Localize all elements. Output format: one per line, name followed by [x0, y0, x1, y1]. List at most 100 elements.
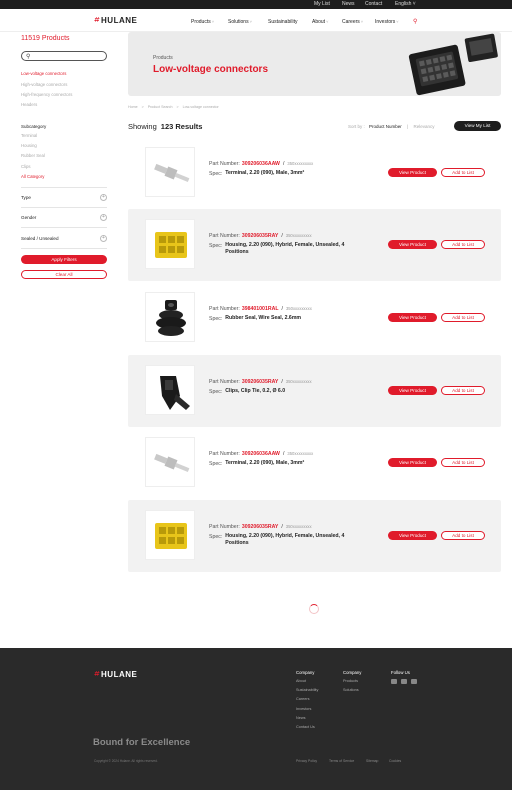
footer-logo[interactable]: ⌗ HULANE: [94, 669, 137, 679]
footer-terms-link[interactable]: Terms of Service: [329, 759, 354, 763]
brand-logo[interactable]: ⌗ HULANE: [94, 15, 137, 25]
spec-label: Spec:: [209, 316, 223, 322]
nav-products[interactable]: Products˅: [191, 19, 214, 25]
clear-all-button[interactable]: Clear All: [21, 270, 107, 279]
footer-link-solutions[interactable]: Solutions: [343, 688, 359, 692]
spec-label: Spec:: [209, 534, 223, 540]
youtube-icon[interactable]: [411, 679, 417, 684]
footer-col1-title: Company: [296, 670, 315, 675]
showing-label: Showing: [128, 122, 157, 131]
utility-bar: My List News Contact English ˅: [0, 0, 512, 9]
footer-sitemap-link[interactable]: Sitemap: [366, 759, 378, 763]
category-low-voltage[interactable]: Low-voltage connectors: [21, 71, 66, 76]
category-high-frequency[interactable]: High-frequency connectors: [21, 92, 72, 97]
product-thumbnail[interactable]: [145, 292, 195, 342]
filter-type-label: Type: [21, 195, 31, 200]
nav-sustainability[interactable]: Sustainability: [268, 19, 297, 25]
footer-link-contact[interactable]: Contact Us: [296, 725, 315, 729]
part-number: 309206036AAW: [241, 451, 280, 457]
slash-separator: /: [281, 306, 283, 312]
chevron-down-icon: ˅: [211, 19, 215, 24]
nav-careers[interactable]: Careers˅: [342, 19, 363, 25]
part-number: 309206036AAW: [241, 161, 280, 167]
sort-product-number[interactable]: Product Number: [369, 124, 402, 129]
nav-solutions-label: Solutions: [228, 19, 249, 25]
product-thumbnail[interactable]: [145, 365, 195, 415]
loading-spinner-icon: [309, 604, 319, 614]
product-thumbnail[interactable]: [145, 147, 195, 197]
linkedin-icon[interactable]: [391, 679, 397, 684]
filter-gender[interactable]: Gender +: [21, 214, 107, 221]
divider: [21, 227, 107, 228]
expand-plus-icon[interactable]: +: [100, 235, 107, 242]
nav-investors[interactable]: Investors˅: [375, 19, 399, 25]
language-label: English: [395, 1, 412, 7]
spec-value: Terminal, 2.20 (090), Male, 3mm²: [225, 170, 305, 176]
view-product-button[interactable]: View Product: [388, 531, 437, 540]
footer-cookies-link[interactable]: Cookies: [389, 759, 401, 763]
footer-link-news[interactable]: News: [296, 716, 306, 720]
view-product-button[interactable]: View Product: [388, 313, 437, 322]
add-to-list-button[interactable]: Add to List: [441, 386, 485, 395]
part-number-line: Part Number: 398401001RAL/350xxxxxxxxx: [209, 306, 312, 312]
footer-link-products[interactable]: Products: [343, 679, 358, 683]
subcategory-all[interactable]: All Category: [21, 174, 44, 179]
spec-value: Rubber Seal, Wire Seal, 2.6mm: [225, 315, 302, 321]
wechat-icon[interactable]: [401, 679, 407, 684]
apply-filters-button[interactable]: Apply Filters: [21, 255, 107, 264]
language-selector[interactable]: English ˅: [395, 1, 416, 7]
nav-about[interactable]: About˅: [312, 19, 328, 25]
slash-separator: /: [282, 451, 285, 457]
footer-privacy-link[interactable]: Privacy Policy: [296, 759, 317, 763]
breadcrumb-home[interactable]: Home: [128, 105, 138, 109]
filter-gender-label: Gender: [21, 215, 37, 220]
site-footer: ⌗ HULANE Company About Sustainability Ca…: [0, 648, 512, 790]
search-icon[interactable]: ⚲: [413, 18, 417, 25]
add-to-list-button[interactable]: Add to List: [441, 240, 485, 249]
product-thumbnail[interactable]: [145, 437, 195, 487]
category-banner: Products Low-voltage connectors: [128, 32, 501, 96]
view-my-list-button[interactable]: View My List: [454, 121, 501, 131]
subcategory-housing[interactable]: Housing: [21, 143, 37, 148]
my-list-link[interactable]: My List: [314, 1, 330, 7]
footer-link-careers[interactable]: Careers: [296, 697, 310, 701]
breadcrumb-product-search[interactable]: Product Search: [148, 105, 173, 109]
nav-solutions[interactable]: Solutions˅: [228, 19, 252, 25]
view-product-button[interactable]: View Product: [388, 386, 437, 395]
footer-copyright: Copyright © 2024 Hulane. All rights rese…: [94, 759, 158, 763]
terminal-icon: [154, 453, 190, 472]
footer-link-about[interactable]: About: [296, 679, 306, 683]
add-to-list-button[interactable]: Add to List: [441, 168, 485, 177]
contact-link[interactable]: Contact: [365, 1, 382, 7]
filter-sealed[interactable]: Sealed / Unsealed +: [21, 235, 107, 242]
subcategory-terminal[interactable]: Terminal: [21, 133, 37, 138]
product-count-title: 11519 Products: [21, 35, 70, 42]
expand-plus-icon[interactable]: +: [100, 194, 107, 201]
category-headers[interactable]: Headers: [21, 102, 37, 107]
expand-plus-icon[interactable]: +: [100, 214, 107, 221]
add-to-list-button[interactable]: Add to List: [441, 458, 485, 467]
subcategory-clips[interactable]: Clips: [21, 164, 31, 169]
sort-relevancy[interactable]: Relevancy: [414, 124, 435, 129]
view-product-button[interactable]: View Product: [388, 240, 437, 249]
product-row: Part Number: 398401001RAL/350xxxxxxxxx Sp…: [128, 282, 501, 354]
product-thumbnail[interactable]: [145, 219, 195, 269]
filter-type[interactable]: Type +: [21, 194, 107, 201]
subcategory-rubber-seal[interactable]: Rubber Seal: [21, 153, 45, 158]
chevron-down-icon: ˅: [360, 19, 364, 24]
sidebar-search-input[interactable]: ⚲: [21, 51, 107, 61]
product-thumbnail[interactable]: [145, 510, 195, 560]
spec-value: Housing, 2.20 (090), Hybrid, Female, Uns…: [225, 533, 345, 546]
results-count: 123 Results: [160, 122, 203, 131]
view-product-button[interactable]: View Product: [388, 458, 437, 467]
view-product-button[interactable]: View Product: [388, 168, 437, 177]
part-number-label: Part Number:: [209, 451, 240, 457]
add-to-list-button[interactable]: Add to List: [441, 531, 485, 540]
category-high-voltage[interactable]: High-voltage connectors: [21, 82, 67, 87]
divider: [21, 248, 107, 249]
footer-link-sustainability[interactable]: Sustainability: [296, 688, 318, 692]
slash-separator: /: [281, 524, 283, 530]
news-link[interactable]: News: [342, 1, 355, 7]
footer-link-investors[interactable]: Investors: [296, 707, 311, 711]
add-to-list-button[interactable]: Add to List: [441, 313, 485, 322]
